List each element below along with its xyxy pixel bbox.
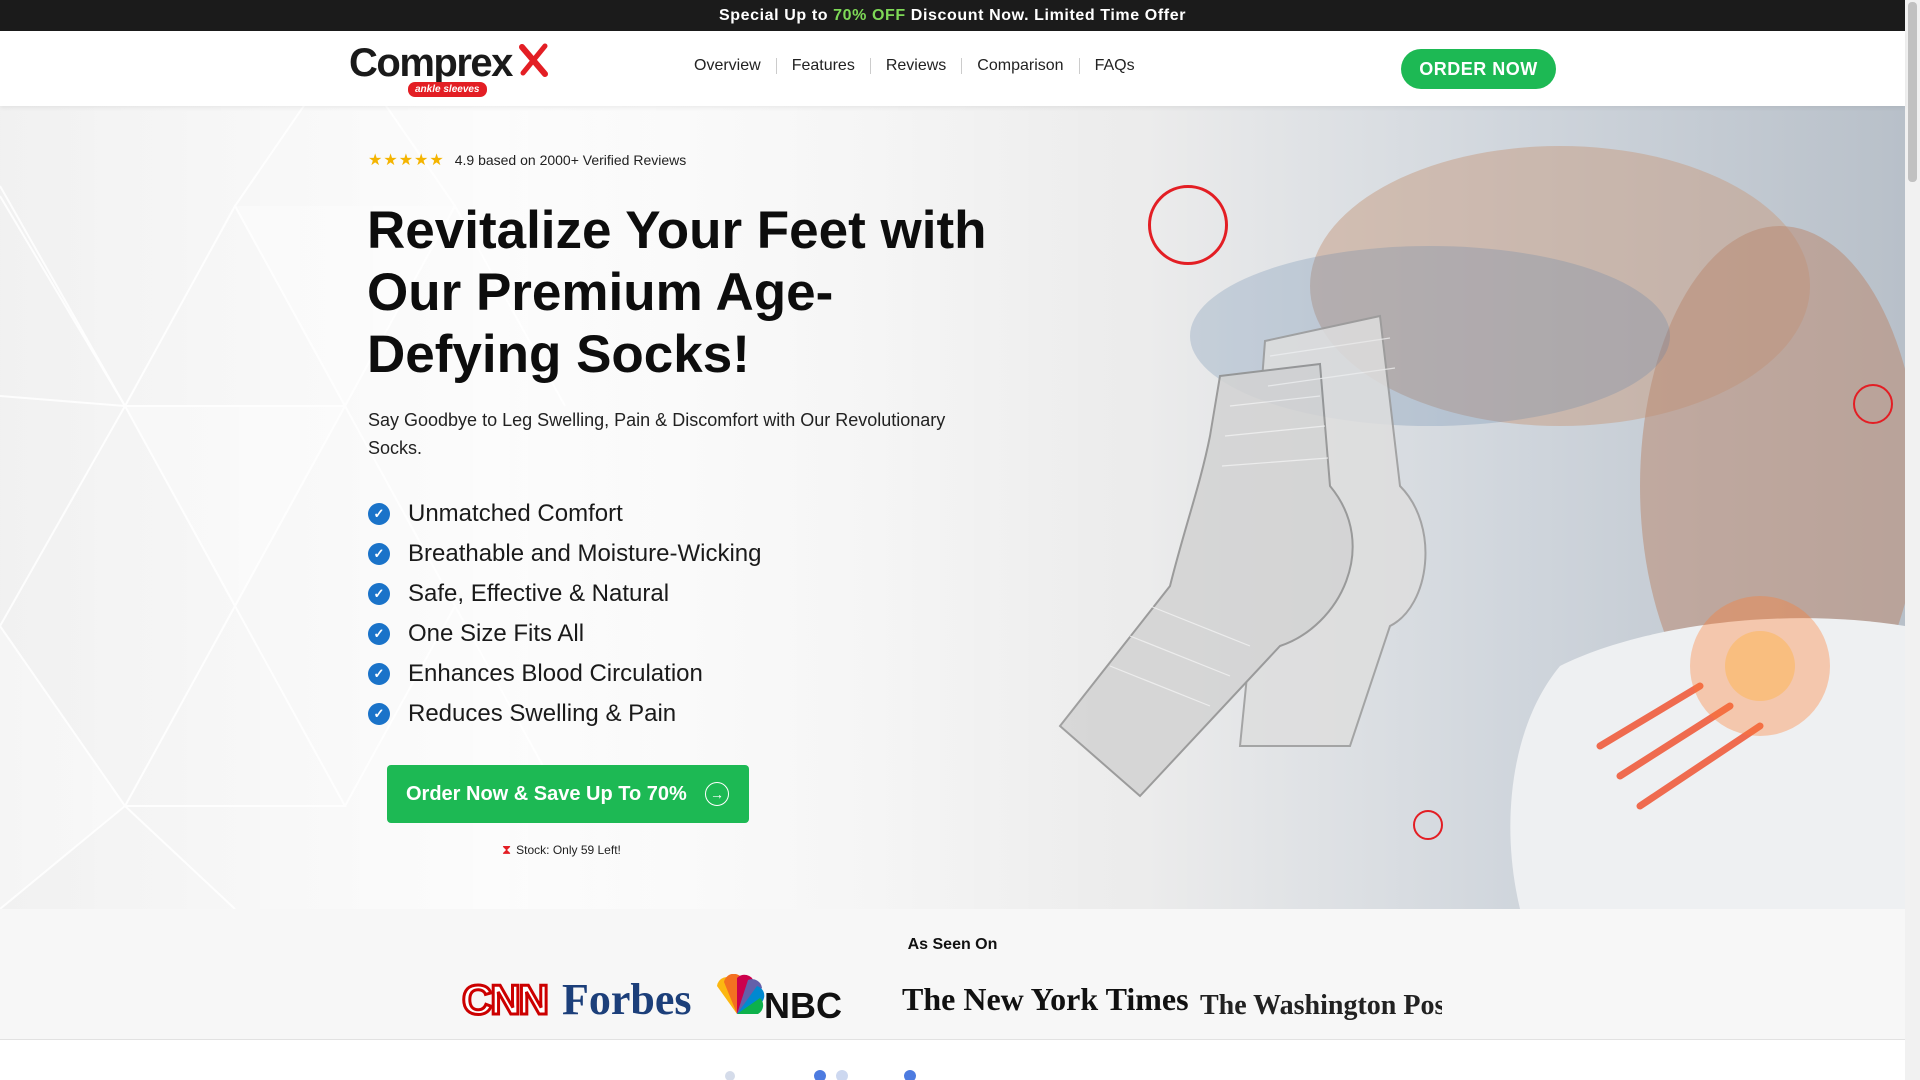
logo-forbes: Forbes <box>562 975 692 1022</box>
logo-tagline: ankle sleeves <box>408 82 487 97</box>
product-image <box>1058 314 1427 798</box>
logo-x-mark <box>519 43 548 77</box>
feature-list: ✓ Unmatched Comfort ✓ Breathable and Moist… <box>368 494 762 734</box>
feature-label: Enhances Blood Circulation <box>408 660 703 687</box>
main-nav: Overview Features Reviews Comparison FAQ… <box>694 58 1150 74</box>
site-header: Comprex ankle sleeves Overview Features … <box>0 31 1905 106</box>
feature-item: ✓ Reduces Swelling & Pain <box>368 694 762 734</box>
nav-comparison[interactable]: Comparison <box>961 58 1078 74</box>
promo-bar: Special Up to 70% OFF Discount Now. Limi… <box>0 0 1905 31</box>
rating-row: ★★★★★ 4.9 based on 2000+ Verified Review… <box>368 150 686 170</box>
nav-reviews[interactable]: Reviews <box>869 58 961 74</box>
decor-ring-small <box>1413 810 1443 840</box>
feature-item: ✓ Safe, Effective & Natural <box>368 574 762 614</box>
feature-label: Breathable and Moisture-Wicking <box>408 540 762 567</box>
hero-section: ★★★★★ 4.9 based on 2000+ Verified Review… <box>0 106 1905 909</box>
hero-subtitle: Say Goodbye to Leg Swelling, Pain & Disc… <box>368 410 946 458</box>
decor-ring-medium <box>1853 384 1893 424</box>
decor-ring-large <box>1148 185 1228 265</box>
promo-prefix: Special Up to <box>718 6 829 24</box>
logo-cnn: CNN <box>462 976 547 1022</box>
hero-title: Revitalize Your Feet with Our Premium Ag… <box>367 201 987 384</box>
check-circle-icon: ✓ <box>368 503 390 525</box>
nav-features[interactable]: Features <box>775 58 870 74</box>
nav-faqs[interactable]: FAQs <box>1078 58 1150 74</box>
feature-item: ✓ Enhances Blood Circulation <box>368 654 762 694</box>
cta-label: Order Now & Save Up To 70% <box>406 782 687 805</box>
feature-label: One Size Fits All <box>408 620 585 647</box>
section-decor-dots <box>725 1070 916 1080</box>
promo-accent: 70% OFF <box>833 6 906 24</box>
arrow-right-icon: → <box>705 782 729 806</box>
order-save-cta-button[interactable]: Order Now & Save Up To 70% → <box>387 765 749 823</box>
check-circle-icon: ✓ <box>368 663 390 685</box>
check-circle-icon: ✓ <box>368 623 390 645</box>
feature-item: ✓ Breathable and Moisture-Wicking <box>368 534 762 574</box>
feature-label: Reduces Swelling & Pain <box>408 700 677 727</box>
logo-wapo: The Washington Post <box>1200 990 1442 1021</box>
promo-suffix: Discount Now. Limited Time Offer <box>910 6 1187 24</box>
star-icon: ★★★★★ <box>368 152 445 169</box>
stock-indicator: ⧗ Stock: Only 59 Left! <box>502 842 621 858</box>
logo-nbc: NBC <box>764 985 842 1022</box>
logo-wordmark: Comprex <box>349 41 513 85</box>
scrollbar-thumb[interactable] <box>1908 2 1917 182</box>
feature-label: Safe, Effective & Natural <box>408 580 670 607</box>
rating-text: 4.9 based on 2000+ Verified Reviews <box>454 152 687 168</box>
feature-item: ✓ Unmatched Comfort <box>368 494 762 534</box>
check-circle-icon: ✓ <box>368 583 390 605</box>
order-now-button[interactable]: ORDER NOW <box>1401 49 1556 89</box>
page-scrollbar[interactable] <box>1905 0 1920 1080</box>
hourglass-icon: ⧗ <box>502 842 512 857</box>
stock-text: Stock: Only 59 Left! <box>516 843 621 857</box>
logo-nbc-peacock <box>717 974 765 1014</box>
check-circle-icon: ✓ <box>368 543 390 565</box>
press-logos: CNN Forbes NBC The New York Times The Wa… <box>462 974 1442 1022</box>
nav-overview[interactable]: Overview <box>694 58 776 74</box>
logo-nyt: The New York Times <box>902 981 1189 1017</box>
as-seen-on-title: As Seen On <box>907 936 998 953</box>
check-circle-icon: ✓ <box>368 703 390 725</box>
as-seen-on-section: As Seen On CNN Forbes NBC The New York T… <box>0 909 1905 1040</box>
logo[interactable]: Comprex ankle sleeves <box>349 41 548 99</box>
feature-label: Unmatched Comfort <box>408 500 623 527</box>
feature-item: ✓ One Size Fits All <box>368 614 762 654</box>
